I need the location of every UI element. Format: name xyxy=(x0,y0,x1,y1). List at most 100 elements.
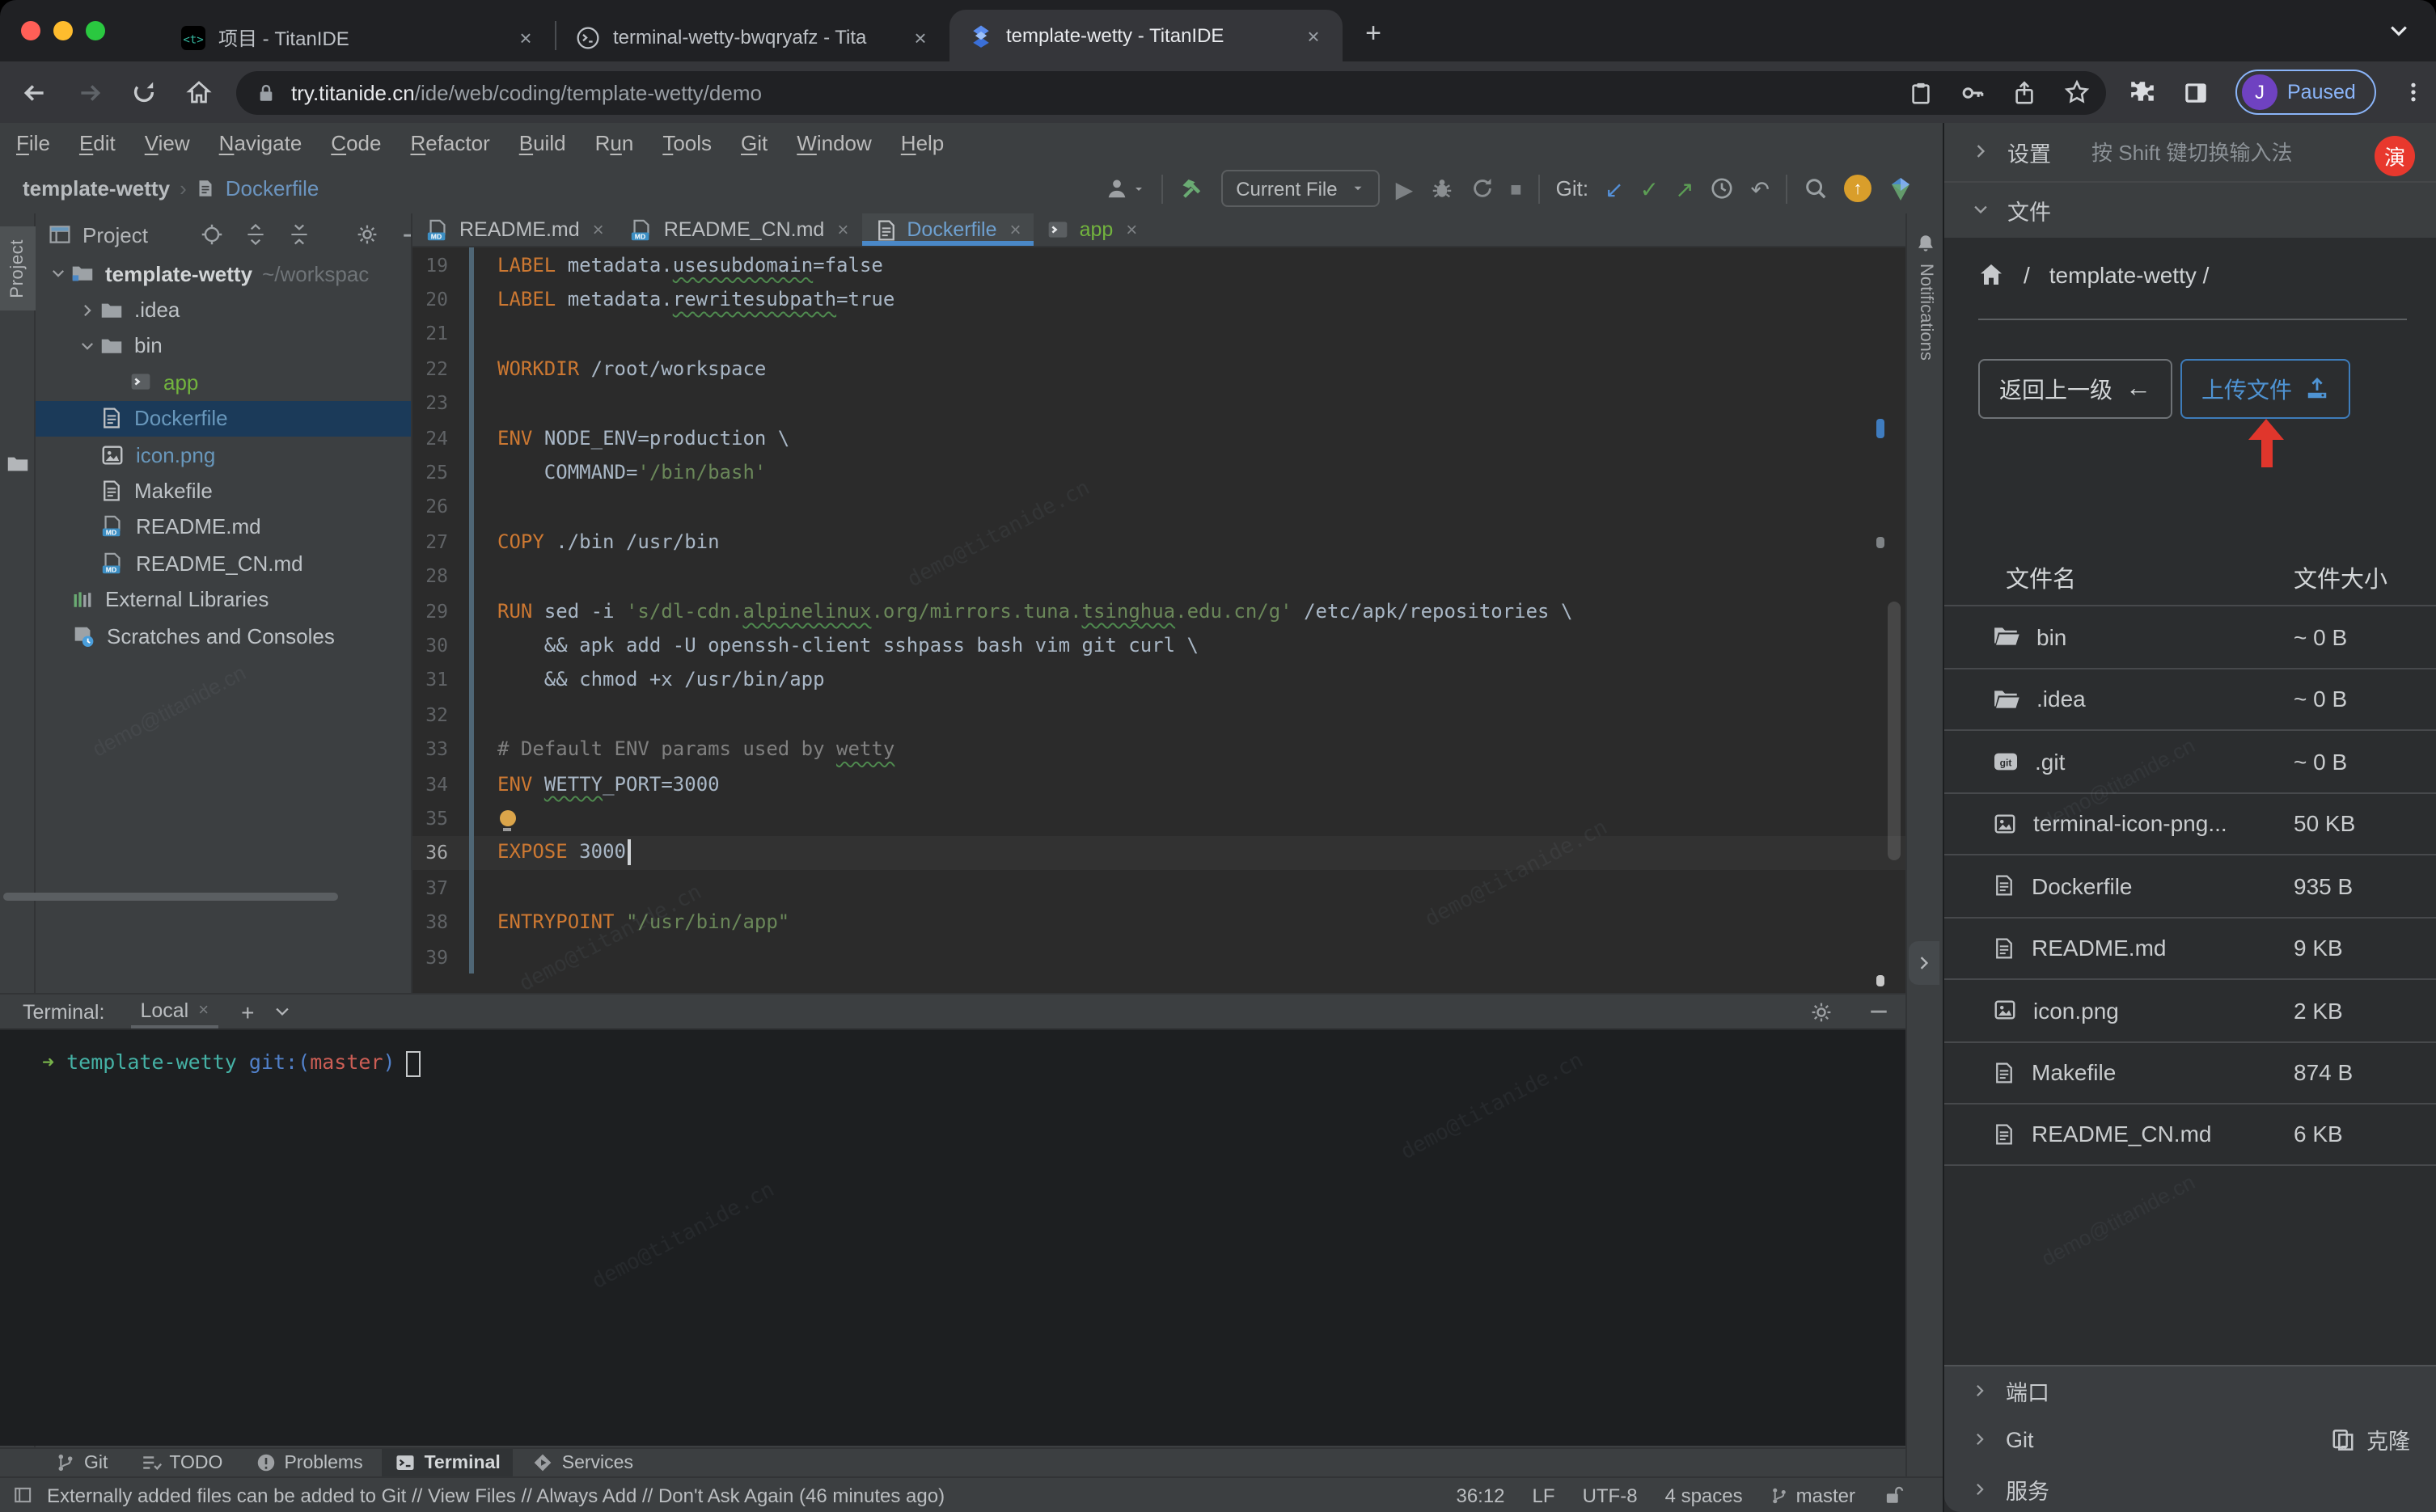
window-controls[interactable] xyxy=(21,21,105,40)
column-size-header[interactable]: 文件大小 xyxy=(2294,561,2387,595)
menu-file[interactable]: File xyxy=(2,131,65,155)
code-line-37[interactable]: 37 xyxy=(412,870,1905,905)
settings-section-header[interactable]: 设置 按 Shift 键切换输入法 xyxy=(1944,123,2436,180)
file-row-bin[interactable]: bin ~ 0 B xyxy=(1944,605,2436,667)
stripe-tab-notifications[interactable]: Notifications xyxy=(1907,233,1944,361)
editor-tab-close-icon[interactable]: × xyxy=(1010,218,1021,241)
code-line-27[interactable]: 27 COPY ./bin /usr/bin xyxy=(412,524,1905,560)
browser-tab[interactable]: terminal-wetty-bwqryafz - Tita × xyxy=(556,13,949,61)
tree-item-.idea[interactable]: .idea xyxy=(36,292,411,328)
code-line-32[interactable]: 32 xyxy=(412,697,1905,732)
file-row-Makefile[interactable]: Makefile 874 B xyxy=(1944,1041,2436,1103)
chevron-right-icon[interactable] xyxy=(74,302,100,318)
back-icon[interactable] xyxy=(13,71,55,113)
tree-item-ScratchesandConsoles[interactable]: Scratches and Consoles xyxy=(36,618,411,654)
user-icon[interactable] xyxy=(1105,176,1145,201)
forward-icon[interactable] xyxy=(68,71,110,113)
code-line-34[interactable]: 34 ENV WETTY_PORT=3000 xyxy=(412,766,1905,801)
code-line-30[interactable]: 30 && apk add -U openssh-client sshpass … xyxy=(412,627,1905,663)
file-name[interactable]: bin xyxy=(2036,624,2066,650)
editor-tab-app[interactable]: app × xyxy=(1034,213,1151,246)
editor-tab-README_CN.md[interactable]: MD README_CN.md × xyxy=(617,213,862,246)
file-name[interactable]: Makefile xyxy=(2032,1060,2116,1086)
editor-tab-close-icon[interactable]: × xyxy=(837,218,848,241)
close-window-button[interactable] xyxy=(21,21,40,40)
tree-item-Dockerfile[interactable]: Dockerfile xyxy=(36,400,411,437)
run-icon[interactable]: ▶ xyxy=(1396,177,1414,200)
run-with-coverage-icon[interactable] xyxy=(1470,176,1494,201)
line-ending[interactable]: LF xyxy=(1533,1484,1555,1506)
demo-badge[interactable]: 演 xyxy=(2375,136,2415,176)
tree-item-README_CN.md[interactable]: MD README_CN.md xyxy=(36,545,411,581)
tool-window-button-problems[interactable]: Problems xyxy=(242,1448,375,1477)
code-line-20[interactable]: 20 LABEL metadata.rewritesubpath=true xyxy=(412,281,1905,317)
breadcrumb-file[interactable]: Dockerfile xyxy=(226,176,319,201)
lock-open-icon[interactable] xyxy=(1883,1485,1904,1506)
file-name[interactable]: .git xyxy=(2035,749,2065,775)
file-row-Dockerfile[interactable]: Dockerfile 935 B xyxy=(1944,854,2436,916)
file-name[interactable]: README_CN.md xyxy=(2032,1121,2212,1147)
project-panel-hscrollbar[interactable] xyxy=(3,893,338,900)
editor-tab-close-icon[interactable]: × xyxy=(593,218,604,241)
caret-position[interactable]: 36:12 xyxy=(1456,1484,1504,1506)
stop-icon[interactable]: ■ xyxy=(1510,179,1522,198)
code-line-38[interactable]: 38 ENTRYPOINT "/usr/bin/app" xyxy=(412,904,1905,940)
menu-build[interactable]: Build xyxy=(505,131,581,155)
file-name[interactable]: README.md xyxy=(2032,935,2166,961)
upload-file-button[interactable]: 上传文件 xyxy=(2180,359,2350,419)
tool-window-button-terminal[interactable]: Terminal xyxy=(382,1448,514,1477)
terminal-minimize-icon[interactable] xyxy=(1868,1001,1889,1022)
tree-item-Makefile[interactable]: Makefile xyxy=(36,473,411,509)
file-browser-breadcrumb[interactable]: / template-wetty / xyxy=(1978,262,2209,288)
menu-run[interactable]: Run xyxy=(581,131,649,155)
section-0[interactable]: 端口 xyxy=(1944,1366,2436,1416)
editor-tab-README.md[interactable]: MD README.md × xyxy=(412,213,617,246)
minimize-window-button[interactable] xyxy=(53,21,73,40)
new-tab-button[interactable]: + xyxy=(1352,13,1394,55)
file-name[interactable]: .idea xyxy=(2036,686,2086,712)
tree-item-app[interactable]: app xyxy=(36,364,411,400)
search-icon[interactable] xyxy=(1804,176,1828,201)
file-row-icon.png[interactable]: icon.png 2 KB xyxy=(1944,978,2436,1041)
file-encoding[interactable]: UTF-8 xyxy=(1583,1484,1638,1506)
tool-window-button-git[interactable]: Git xyxy=(42,1448,121,1477)
code-line-35[interactable]: 35 xyxy=(412,800,1905,836)
terminal-tab-local[interactable]: Local × xyxy=(130,995,219,1028)
history-clock-icon[interactable] xyxy=(1711,176,1735,201)
tab-search-icon[interactable] xyxy=(2387,19,2410,42)
tool-window-button-services[interactable]: Services xyxy=(520,1448,646,1477)
tree-item-bin[interactable]: bin xyxy=(36,328,411,365)
code-line-31[interactable]: 31 && chmod +x /usr/bin/app xyxy=(412,662,1905,698)
intention-bulb-icon[interactable] xyxy=(499,809,515,831)
terminal-settings-gear-icon[interactable] xyxy=(1810,1000,1833,1023)
reload-icon[interactable] xyxy=(123,71,165,113)
menu-code[interactable]: Code xyxy=(316,131,395,155)
section-git[interactable]: Git 克隆 xyxy=(1944,1416,2436,1465)
maximize-window-button[interactable] xyxy=(86,21,105,40)
stripe-tab-project[interactable]: Project xyxy=(0,226,36,311)
file-name[interactable]: Dockerfile xyxy=(2032,873,2133,899)
file-name[interactable]: terminal-icon-png... xyxy=(2033,811,2227,837)
build-hammer-icon[interactable] xyxy=(1179,175,1205,201)
clone-button[interactable]: 克隆 xyxy=(2331,1424,2410,1456)
back-to-parent-button[interactable]: 返回上一级 ← xyxy=(1978,359,2172,419)
project-panel-title[interactable]: Project xyxy=(82,222,148,247)
editor-tab-Dockerfile[interactable]: Dockerfile × xyxy=(861,213,1034,246)
git-branch-widget[interactable]: master xyxy=(1770,1484,1855,1506)
chevron-down-icon[interactable] xyxy=(45,265,71,281)
code-line-21[interactable]: 21 xyxy=(412,316,1905,352)
project-folder-icon[interactable] xyxy=(6,453,29,475)
share-icon[interactable] xyxy=(2012,80,2036,104)
tool-window-button-todo[interactable]: TODO xyxy=(127,1448,235,1477)
code-line-23[interactable]: 23 xyxy=(412,386,1905,420)
file-row-README_CN.md[interactable]: README_CN.md 6 KB xyxy=(1944,1103,2436,1165)
status-message[interactable]: Externally added files can be added to G… xyxy=(47,1484,945,1506)
column-name-header[interactable]: 文件名 xyxy=(2006,561,2076,595)
chevron-down-icon[interactable] xyxy=(74,338,100,354)
code-line-25[interactable]: 25 COMMAND='/bin/bash' xyxy=(412,454,1905,490)
tree-item-README.md[interactable]: MD README.md xyxy=(36,509,411,545)
menu-refactor[interactable]: Refactor xyxy=(395,131,504,155)
tab-close-icon[interactable]: × xyxy=(1300,23,1326,49)
tab-close-icon[interactable]: × xyxy=(907,24,933,50)
side-panel-icon[interactable] xyxy=(2182,78,2210,106)
